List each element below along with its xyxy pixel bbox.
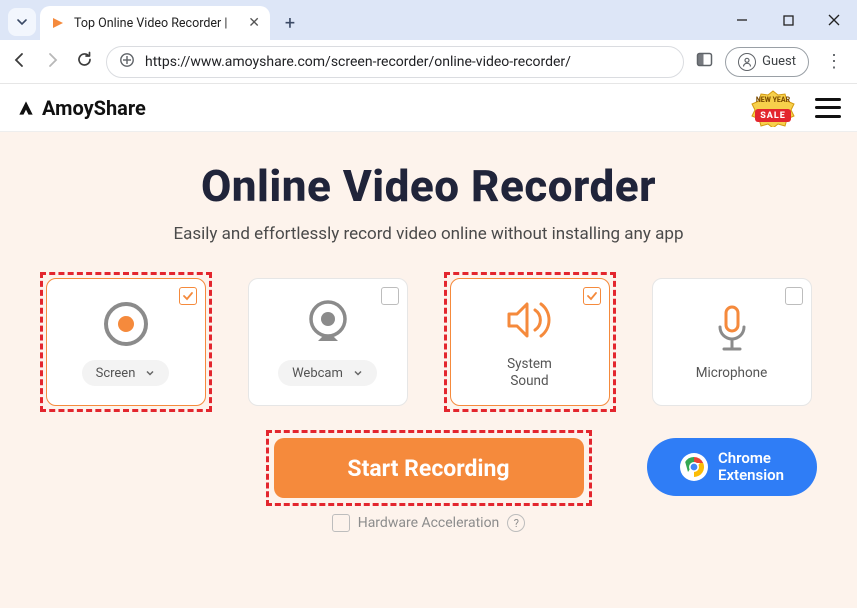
tab-favicon bbox=[50, 15, 66, 31]
chevron-down-icon bbox=[353, 368, 363, 378]
card-microphone-wrap: Microphone bbox=[646, 272, 818, 412]
checkbox-screen[interactable] bbox=[179, 287, 197, 305]
sale-mid-text: SALE bbox=[745, 111, 801, 121]
card-microphone[interactable]: Microphone bbox=[652, 278, 812, 406]
main-content: Online Video Recorder Easily and effortl… bbox=[0, 132, 857, 608]
profile-label: Guest bbox=[762, 54, 796, 69]
hardware-accel-row: Hardware Acceleration ? bbox=[40, 514, 817, 532]
extension-line1: Chrome bbox=[718, 449, 771, 467]
screen-dropdown[interactable]: Screen bbox=[82, 360, 170, 386]
window-maximize-button[interactable] bbox=[765, 0, 811, 40]
window-close-button[interactable] bbox=[811, 0, 857, 40]
card-screen-wrap: Screen bbox=[40, 272, 212, 412]
speaker-icon bbox=[503, 294, 557, 346]
side-panel-icon[interactable] bbox=[696, 51, 713, 72]
card-webcam[interactable]: Webcam bbox=[248, 278, 408, 406]
webcam-dropdown[interactable]: Webcam bbox=[278, 360, 377, 386]
webcam-icon bbox=[303, 298, 353, 350]
menu-button[interactable] bbox=[815, 98, 841, 118]
tab-search-button[interactable] bbox=[8, 8, 36, 36]
source-cards: Screen Webcam bbox=[40, 272, 817, 412]
page-subtitle: Easily and effortlessly record video onl… bbox=[40, 224, 817, 244]
extension-line2: Extension bbox=[718, 466, 784, 484]
back-button[interactable] bbox=[10, 51, 30, 73]
url-text: https://www.amoyshare.com/screen-recorde… bbox=[145, 54, 571, 70]
webcam-label: Webcam bbox=[292, 366, 343, 381]
chrome-extension-button[interactable]: Chrome Extension bbox=[647, 438, 817, 496]
site-info-icon[interactable] bbox=[119, 52, 135, 72]
screen-label: Screen bbox=[96, 366, 136, 381]
reload-button[interactable] bbox=[74, 51, 94, 72]
profile-button[interactable]: Guest bbox=[725, 47, 809, 77]
help-icon[interactable]: ? bbox=[507, 514, 525, 532]
chrome-icon bbox=[680, 453, 708, 481]
card-system-sound[interactable]: System Sound bbox=[450, 278, 610, 406]
forward-button[interactable] bbox=[42, 51, 62, 73]
window-minimize-button[interactable] bbox=[719, 0, 765, 40]
checkbox-system-sound[interactable] bbox=[583, 287, 601, 305]
address-bar[interactable]: https://www.amoyshare.com/screen-recorde… bbox=[106, 46, 684, 78]
guest-icon bbox=[738, 53, 756, 71]
checkbox-webcam[interactable] bbox=[381, 287, 399, 305]
card-webcam-wrap: Webcam bbox=[242, 272, 414, 412]
chevron-down-icon bbox=[145, 368, 155, 378]
sale-badge[interactable]: NEW YEAR SALE bbox=[745, 89, 801, 127]
card-system-sound-wrap: System Sound bbox=[444, 272, 616, 412]
card-screen[interactable]: Screen bbox=[46, 278, 206, 406]
system-sound-label: System Sound bbox=[507, 356, 552, 390]
action-row: Start Recording Chrome Extension bbox=[40, 430, 817, 506]
window-controls bbox=[719, 0, 857, 40]
checkbox-hardware-accel[interactable] bbox=[332, 514, 350, 532]
browser-menu-button[interactable]: ⋮ bbox=[821, 51, 847, 72]
start-recording-button[interactable]: Start Recording bbox=[274, 438, 584, 498]
page-title: Online Video Recorder bbox=[40, 160, 817, 212]
brand-logo-icon bbox=[16, 98, 36, 118]
screen-icon bbox=[98, 298, 154, 350]
site-header: AmoyShare NEW YEAR SALE bbox=[0, 84, 857, 132]
browser-toolbar: https://www.amoyshare.com/screen-recorde… bbox=[0, 40, 857, 84]
checkbox-microphone[interactable] bbox=[785, 287, 803, 305]
microphone-icon bbox=[712, 303, 752, 355]
tab-title: Top Online Video Recorder | bbox=[74, 16, 240, 31]
browser-titlebar: Top Online Video Recorder | ✕ + bbox=[0, 0, 857, 40]
hardware-accel-label: Hardware Acceleration bbox=[358, 515, 500, 531]
browser-tab[interactable]: Top Online Video Recorder | ✕ bbox=[40, 6, 270, 40]
microphone-label: Microphone bbox=[696, 365, 768, 382]
tab-close-icon[interactable]: ✕ bbox=[248, 15, 260, 31]
brand-text: AmoyShare bbox=[42, 96, 146, 120]
new-tab-button[interactable]: + bbox=[276, 9, 304, 37]
brand-logo[interactable]: AmoyShare bbox=[16, 96, 146, 120]
sale-top-text: NEW YEAR bbox=[745, 96, 801, 104]
